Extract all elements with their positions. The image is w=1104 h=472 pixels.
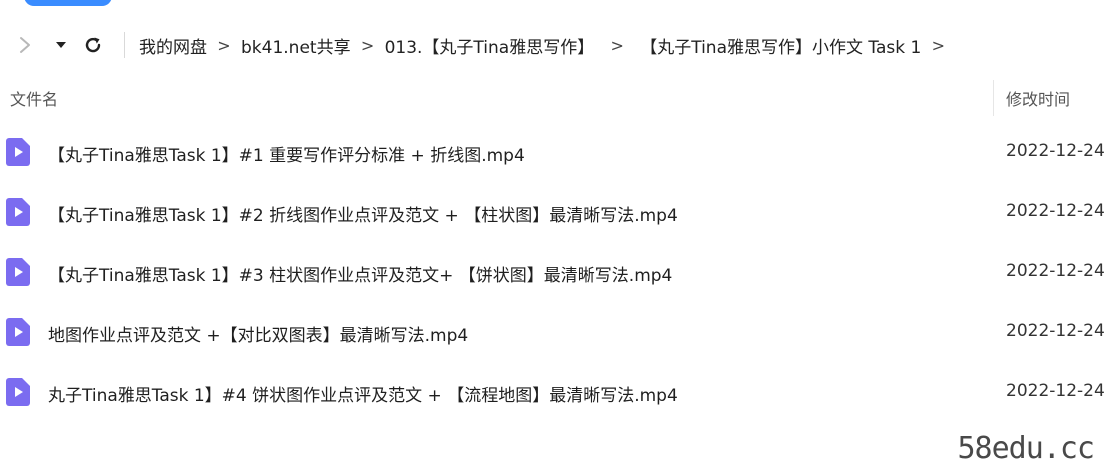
nav-divider [124, 32, 125, 58]
file-name[interactable]: 丸子Tina雅思Task 1】#4 饼状图作业点评及范文 + 【流程地图】最清晰… [48, 381, 678, 406]
top-tab-accent [24, 0, 112, 6]
video-file-icon [6, 138, 30, 166]
file-row[interactable]: 【丸子Tina雅思Task 1】#1 重要写作评分标准 + 折线图.mp4 20… [0, 122, 1104, 182]
navigation-bar: 我的网盘 > bk41.net共享 > 013.【丸子Tina雅思写作】 > 【… [0, 24, 1104, 66]
file-modified-time: 2022-12-24 [1006, 321, 1104, 341]
video-file-icon [6, 378, 30, 406]
breadcrumb-separator: > [610, 35, 624, 55]
file-name[interactable]: 【丸子Tina雅思Task 1】#2 折线图作业点评及范文 + 【柱状图】最清晰… [48, 201, 678, 226]
back-button[interactable] [10, 30, 40, 60]
caret-down-icon [56, 42, 66, 48]
refresh-button[interactable] [78, 30, 108, 60]
chevron-right-icon [20, 37, 30, 53]
breadcrumb-item-shared[interactable]: bk41.net共享 [239, 33, 353, 58]
breadcrumb-item-current-folder[interactable]: 【丸子Tina雅思写作】小作文 Task 1 [638, 33, 923, 58]
breadcrumb-separator: > [360, 35, 375, 55]
file-row[interactable]: 丸子Tina雅思Task 1】#4 饼状图作业点评及范文 + 【流程地图】最清晰… [0, 362, 1104, 422]
file-modified-time: 2022-12-24 [1006, 141, 1104, 161]
file-modified-time: 2022-12-24 [1006, 261, 1104, 281]
history-dropdown-button[interactable] [46, 30, 76, 60]
file-list: 【丸子Tina雅思Task 1】#1 重要写作评分标准 + 折线图.mp4 20… [0, 122, 1104, 422]
file-row[interactable]: 地图作业点评及范文 +【对比双图表】最清晰写法.mp4 2022-12-24 [0, 302, 1104, 362]
breadcrumb: 我的网盘 > bk41.net共享 > 013.【丸子Tina雅思写作】 > 【… [137, 33, 953, 58]
breadcrumb-separator: > [217, 35, 231, 55]
breadcrumb-item-my-drive[interactable]: 我的网盘 [137, 33, 209, 58]
file-name[interactable]: 【丸子Tina雅思Task 1】#1 重要写作评分标准 + 折线图.mp4 [48, 141, 525, 166]
video-file-icon [6, 318, 30, 346]
breadcrumb-separator[interactable]: > [923, 36, 953, 55]
column-header-name[interactable]: 文件名 [10, 86, 58, 110]
file-row[interactable]: 【丸子Tina雅思Task 1】#3 柱状图作业点评及范文+ 【饼状图】最清晰写… [0, 242, 1104, 302]
file-modified-time: 2022-12-24 [1006, 201, 1104, 221]
video-file-icon [6, 258, 30, 286]
breadcrumb-item-course[interactable]: 013.【丸子Tina雅思写作】 [383, 33, 597, 58]
column-divider[interactable] [993, 80, 994, 116]
file-modified-time: 2022-12-24 [1006, 381, 1104, 401]
video-file-icon [6, 198, 30, 226]
file-row[interactable]: 【丸子Tina雅思Task 1】#2 折线图作业点评及范文 + 【柱状图】最清晰… [0, 182, 1104, 242]
file-list-header: 文件名 修改时间 [0, 78, 1104, 118]
refresh-icon [85, 37, 101, 53]
file-name[interactable]: 地图作业点评及范文 +【对比双图表】最清晰写法.mp4 [48, 321, 468, 346]
watermark: 58edu.cc [957, 431, 1095, 466]
column-header-modified[interactable]: 修改时间 [1006, 86, 1070, 110]
file-name[interactable]: 【丸子Tina雅思Task 1】#3 柱状图作业点评及范文+ 【饼状图】最清晰写… [48, 261, 672, 286]
